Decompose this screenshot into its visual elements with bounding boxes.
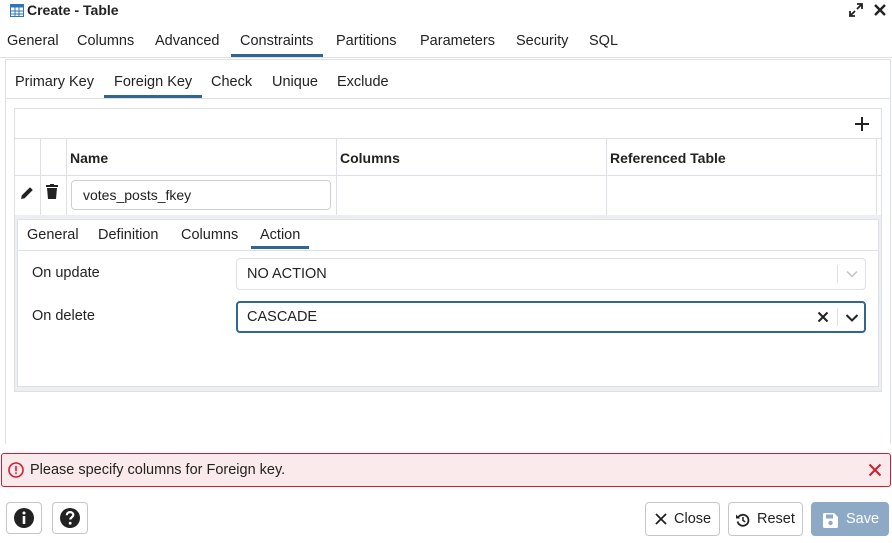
tab-parameters[interactable]: Parameters (420, 26, 495, 56)
detail-tab-action[interactable]: Action (251, 226, 310, 249)
error-icon (8, 462, 24, 478)
on-delete-select[interactable]: CASCADE (236, 301, 866, 333)
error-message: Please specify columns for Foreign key. (30, 462, 286, 478)
info-button[interactable] (6, 502, 42, 534)
name-input[interactable]: votes_posts_fkey (71, 180, 331, 210)
detail-tabs: General Definition Columns Action (18, 220, 878, 251)
tab-security[interactable]: Security (516, 26, 568, 56)
on-delete-value: CASCADE (247, 309, 318, 325)
on-update-label: On update (32, 265, 100, 281)
save-button[interactable]: Save (811, 502, 889, 536)
row-detail-panel: General Definition Columns Action On upd… (15, 215, 881, 391)
tab-sql[interactable]: SQL (589, 26, 618, 56)
column-header-referenced-table: Referenced Table (610, 150, 726, 166)
help-icon (59, 507, 81, 529)
table-icon (10, 4, 24, 17)
column-header-columns: Columns (340, 150, 400, 166)
tab-partitions[interactable]: Partitions (336, 26, 396, 56)
subtab-exclude[interactable]: Exclude (337, 72, 389, 96)
on-update-value: NO ACTION (247, 266, 327, 282)
subtab-check[interactable]: Check (211, 72, 252, 96)
reset-icon (735, 512, 751, 528)
tab-general[interactable]: General (7, 26, 59, 56)
constraint-subtabs: Primary Key Foreign Key Check Unique Exc… (6, 60, 890, 99)
chevron-down-icon[interactable] (844, 310, 860, 326)
help-button[interactable] (52, 502, 88, 534)
save-icon (823, 513, 838, 528)
window-title: Create - Table (27, 2, 119, 18)
subtab-unique[interactable]: Unique (272, 72, 318, 96)
info-icon (13, 507, 35, 529)
reset-button[interactable]: Reset (728, 502, 803, 536)
error-bar: Please specify columns for Foreign key. (1, 453, 891, 487)
detail-tab-columns[interactable]: Columns (181, 226, 238, 248)
grid-toolbar (15, 109, 881, 139)
close-button[interactable]: Close (645, 502, 720, 536)
tab-constraints[interactable]: Constraints (231, 26, 324, 57)
title-bar: Create - Table (0, 0, 892, 24)
dismiss-error-icon[interactable] (868, 463, 882, 477)
subtab-primary-key[interactable]: Primary Key (15, 72, 94, 96)
chevron-down-icon (845, 267, 859, 281)
dialog-footer: Close Reset Save (0, 495, 892, 543)
subtab-foreign-key[interactable]: Foreign Key (104, 72, 203, 98)
on-update-select[interactable]: NO ACTION (236, 258, 866, 290)
close-icon (655, 513, 667, 525)
column-header-name: Name (70, 150, 109, 166)
clear-icon[interactable] (816, 310, 830, 324)
detail-tab-definition[interactable]: Definition (98, 226, 158, 248)
close-window-icon[interactable] (872, 2, 888, 18)
trash-icon[interactable] (46, 184, 58, 200)
add-row-button[interactable] (851, 113, 873, 135)
constraints-panel: Primary Key Foreign Key Check Unique Exc… (5, 59, 891, 444)
edit-icon[interactable] (19, 185, 35, 201)
foreign-key-grid: Name Columns Referenced Table votes_post… (14, 108, 882, 392)
main-tabs: General Columns Advanced Constraints Par… (0, 26, 892, 58)
tab-columns[interactable]: Columns (77, 26, 134, 56)
detail-tab-general[interactable]: General (27, 226, 79, 248)
table-row: votes_posts_fkey (15, 176, 881, 214)
tab-advanced[interactable]: Advanced (155, 26, 220, 56)
on-delete-label: On delete (32, 308, 95, 324)
expand-icon[interactable] (848, 2, 864, 18)
